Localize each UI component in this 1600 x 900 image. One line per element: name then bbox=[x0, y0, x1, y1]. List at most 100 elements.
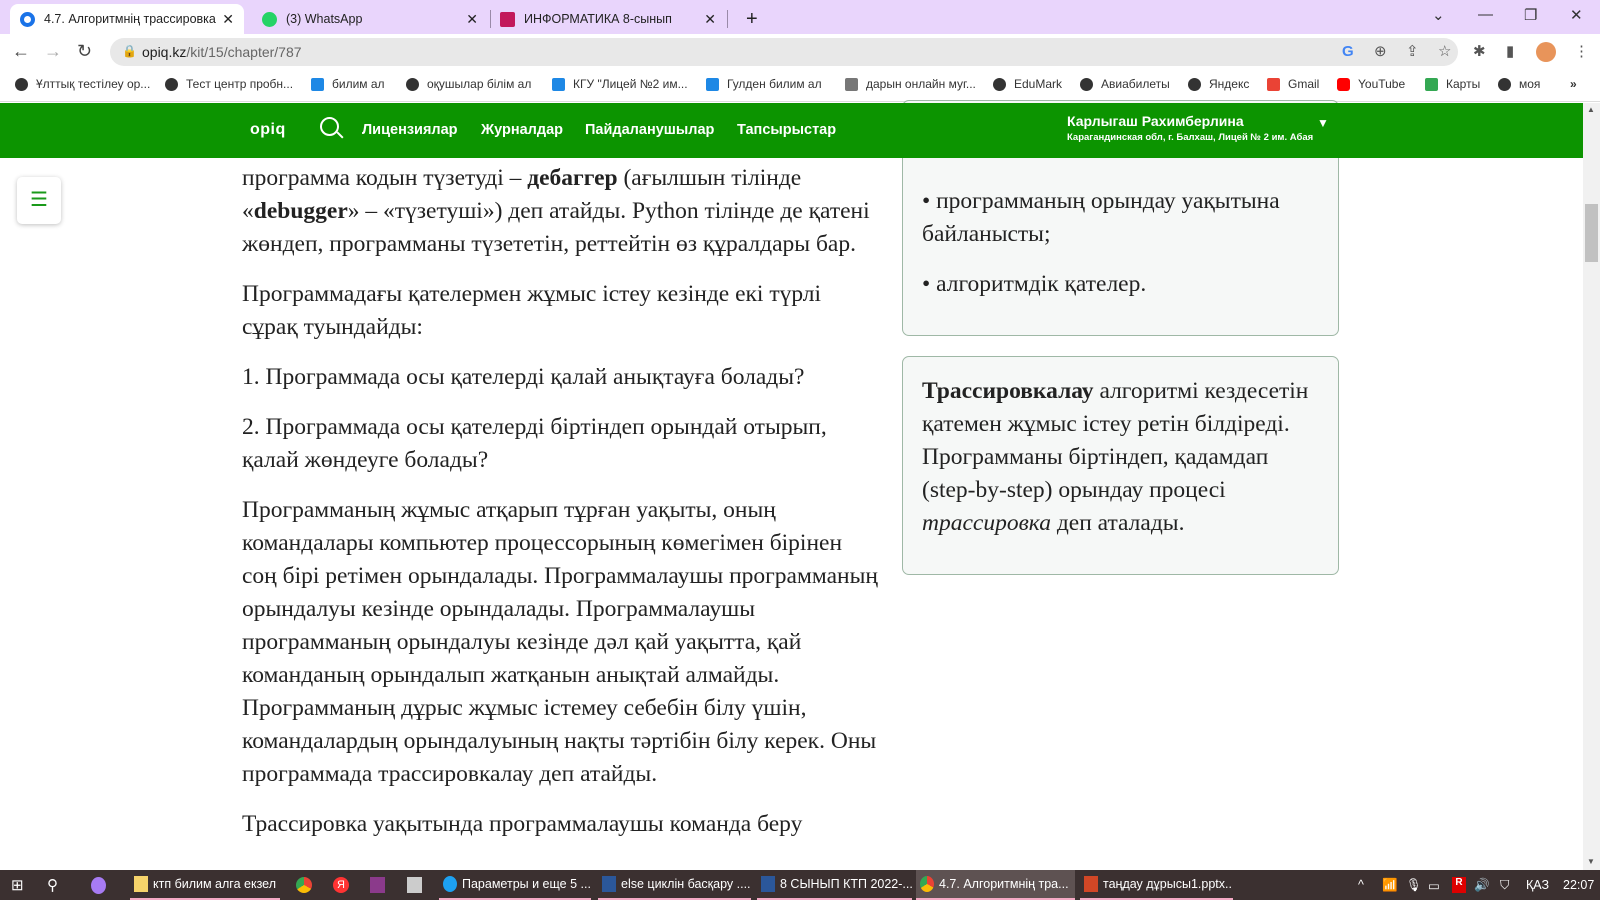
scroll-up-icon[interactable]: ▲ bbox=[1587, 105, 1595, 114]
scrollbar-thumb[interactable] bbox=[1585, 204, 1598, 262]
nav-orders[interactable]: Тапсырыстар bbox=[737, 122, 836, 138]
paragraph: программа кодын түзетуді – дебаггер (ағы… bbox=[242, 165, 870, 257]
bookmark[interactable]: билим ал bbox=[311, 77, 385, 91]
user-name: Карлыгаш Рахимберлина bbox=[1067, 113, 1244, 129]
powerpoint-icon bbox=[1084, 876, 1098, 892]
paragraph: Программаның жұмыс атқарып тұрған уақыты… bbox=[242, 497, 878, 787]
nav-licenses[interactable]: Лицензиялар bbox=[362, 122, 458, 138]
word-icon bbox=[602, 876, 616, 892]
bookmark[interactable]: оқушылар білім ал bbox=[406, 77, 531, 91]
toolbar: ← → ↻ 🔒 opiq.kz/kit/15/chapter/787 G ⊕ ⇪… bbox=[0, 34, 1600, 69]
search-icon[interactable]: ⚲ bbox=[47, 876, 58, 894]
nav-users[interactable]: Пайдаланушылар bbox=[585, 122, 714, 138]
taskbar-item[interactable]: 8 СЫНЫП КТП 2022-... bbox=[757, 870, 912, 900]
close-tab-icon[interactable]: ✕ bbox=[704, 11, 716, 28]
share-icon[interactable]: ⇪ bbox=[1406, 42, 1419, 60]
yandex-icon[interactable]: Я bbox=[333, 877, 349, 893]
antivirus-icon[interactable]: R bbox=[1452, 877, 1466, 893]
close-tab-icon[interactable]: ✕ bbox=[222, 11, 234, 28]
tab-opiq[interactable]: 4.7. Алгоритмнің трассировкасы ✕ bbox=[10, 4, 244, 34]
side-panel-icon[interactable]: ▮ bbox=[1506, 42, 1514, 60]
back-icon[interactable]: ← bbox=[12, 41, 30, 62]
taskbar-item[interactable]: ктп билим алга екзел bbox=[130, 870, 280, 900]
taskbar-item[interactable]: таңдау дұрысы1.pptx... bbox=[1080, 870, 1233, 900]
edge-icon bbox=[443, 876, 457, 892]
lock-icon: 🔒 bbox=[122, 44, 137, 58]
youtube-icon bbox=[1337, 77, 1350, 91]
chapter-content: программа кодын түзетуді – дебаггер (ағы… bbox=[242, 162, 882, 858]
show-hidden-icons[interactable]: ^ bbox=[1358, 878, 1364, 892]
globe-icon bbox=[406, 77, 419, 91]
bookmark[interactable]: Тест центр пробн... bbox=[165, 77, 293, 91]
bookmark[interactable]: Gmail bbox=[1267, 77, 1319, 91]
bookmark[interactable]: Яндекс bbox=[1188, 77, 1249, 91]
bookmark[interactable]: Карты bbox=[1425, 77, 1480, 91]
security-icon[interactable]: ⛉ bbox=[1500, 878, 1509, 893]
paragraph: Трассировка уақытында программалаушы ком… bbox=[242, 811, 803, 837]
bilim-icon bbox=[311, 77, 324, 91]
list-item: • алгоритмдік қателер. bbox=[922, 271, 1147, 297]
globe-icon bbox=[165, 77, 178, 91]
reload-icon[interactable]: ↻ bbox=[77, 41, 92, 62]
close-window-icon[interactable]: ✕ bbox=[1570, 6, 1583, 24]
address-bar[interactable]: 🔒 opiq.kz/kit/15/chapter/787 G ⊕ ⇪ ☆ bbox=[110, 38, 1458, 66]
google-icon[interactable]: G bbox=[1342, 43, 1354, 60]
bookmark[interactable]: YouTube bbox=[1337, 77, 1405, 91]
opiq-logo[interactable]: opiq bbox=[250, 121, 286, 139]
battery-icon[interactable]: ▭ bbox=[1428, 878, 1440, 893]
chevron-down-icon[interactable]: ▼ bbox=[1317, 116, 1329, 130]
bookmark[interactable]: дарын онлайн муг... bbox=[845, 77, 976, 91]
bookmark[interactable]: моя bbox=[1498, 77, 1540, 91]
table-of-contents-button[interactable]: ☰ bbox=[17, 177, 61, 224]
bookmark[interactable]: Гулден билим ал bbox=[706, 77, 822, 91]
nav-journals[interactable]: Журналдар bbox=[481, 122, 563, 138]
extensions-icon[interactable]: ✱ bbox=[1473, 42, 1486, 60]
bookmark[interactable]: Авиабилеты bbox=[1080, 77, 1170, 91]
close-tab-icon[interactable]: ✕ bbox=[466, 11, 478, 28]
zoom-icon[interactable]: ⊕ bbox=[1374, 42, 1387, 60]
chrome-icon[interactable] bbox=[296, 877, 312, 893]
clock[interactable]: 22:07 bbox=[1563, 878, 1594, 892]
url-path: /kit/15/chapter/787 bbox=[186, 44, 302, 60]
microphone-icon[interactable]: 🎙 bbox=[1406, 878, 1422, 893]
opiq-icon bbox=[20, 11, 35, 27]
tab-bar: 4.7. Алгоритмнің трассировкасы ✕ (3) Wha… bbox=[0, 0, 1600, 34]
search-icon[interactable] bbox=[320, 117, 344, 139]
tab-informatika[interactable]: ИНФОРМАТИКА 8-сынып ✕ bbox=[490, 4, 726, 34]
tab-title: ИНФОРМАТИКА 8-сынып bbox=[524, 12, 672, 26]
tab-whatsapp[interactable]: (3) WhatsApp ✕ bbox=[252, 4, 488, 34]
menu-icon[interactable]: ⋮ bbox=[1574, 42, 1589, 60]
profile-avatar[interactable] bbox=[1536, 42, 1556, 62]
taskbar-item[interactable]: else циклін басқару .... bbox=[598, 870, 751, 900]
term: Трассировкалау bbox=[922, 378, 1094, 404]
new-tab-button[interactable]: + bbox=[736, 4, 768, 34]
bookmark[interactable]: Ұлттық тестілеу ор... bbox=[15, 77, 150, 91]
folder-icon bbox=[134, 876, 148, 892]
list-item: • программаның орындау уақытына байланыс… bbox=[922, 188, 1280, 247]
bilim-icon bbox=[706, 77, 719, 91]
url-host: opiq.kz bbox=[142, 44, 187, 60]
bookmark-star-icon[interactable]: ☆ bbox=[1438, 42, 1451, 60]
bookmark[interactable]: КГУ "Лицей №2 им... bbox=[552, 77, 688, 91]
network-icon[interactable]: 📶 bbox=[1382, 878, 1398, 893]
more-bookmarks-button[interactable]: » bbox=[1570, 77, 1577, 91]
bookmark[interactable]: EduMark bbox=[993, 77, 1062, 91]
tab-search-icon[interactable]: ⌄ bbox=[1432, 6, 1445, 24]
minimize-icon[interactable]: — bbox=[1478, 6, 1493, 23]
restore-icon[interactable]: ❐ bbox=[1524, 6, 1537, 24]
windows-start-icon[interactable]: ⊞ bbox=[11, 876, 24, 894]
alice-icon[interactable] bbox=[91, 877, 106, 894]
chrome-icon bbox=[920, 876, 934, 892]
taskbar-item-active[interactable]: 4.7. Алгоритмнің тра... bbox=[916, 870, 1075, 900]
forward-icon[interactable]: → bbox=[44, 41, 62, 62]
winrar-icon[interactable] bbox=[370, 877, 385, 893]
globe-icon bbox=[993, 77, 1006, 91]
taskbar-item[interactable]: Параметры и еще 5 ... bbox=[439, 870, 591, 900]
scroll-down-icon[interactable]: ▼ bbox=[1587, 857, 1595, 866]
globe-icon bbox=[1188, 77, 1201, 91]
python-icon[interactable] bbox=[407, 877, 422, 893]
user-organization: Карагандинская обл, г. Балхаш, Лицей № 2… bbox=[1067, 132, 1314, 143]
volume-icon[interactable]: 🔊 bbox=[1474, 878, 1490, 893]
user-menu[interactable]: Карлыгаш Рахимберлина Карагандинская обл… bbox=[1067, 113, 1313, 143]
language-indicator[interactable]: ҚАЗ bbox=[1526, 878, 1549, 892]
